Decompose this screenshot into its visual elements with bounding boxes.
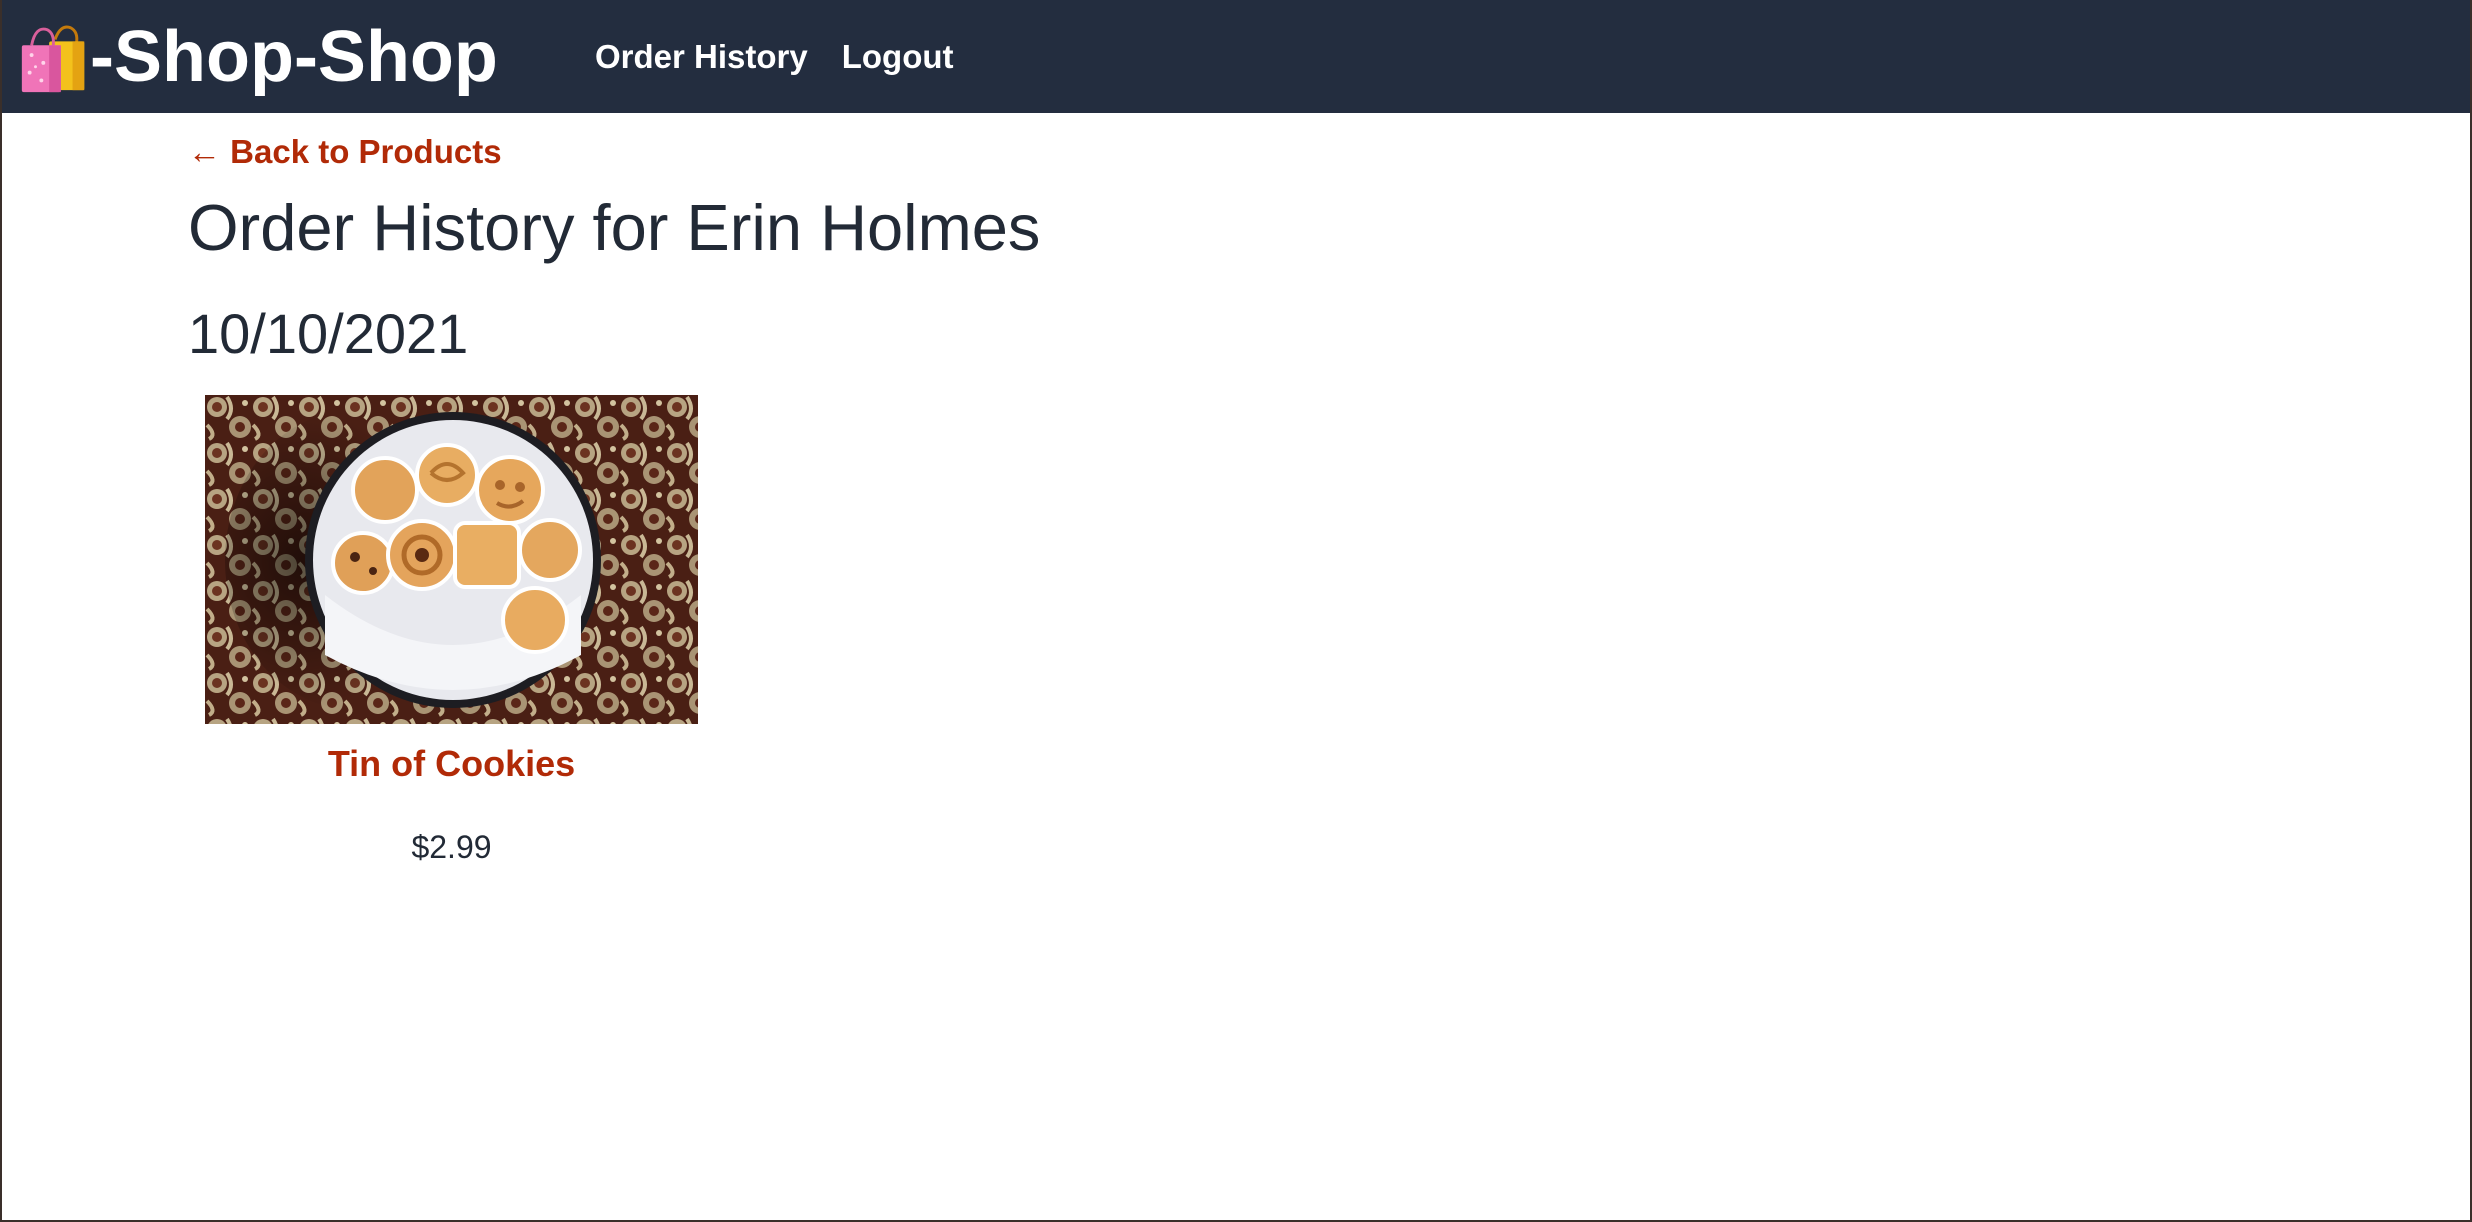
product-card: Tin of Cookies $2.99 [205,395,698,868]
cookie-tin-image[interactable] [205,395,698,724]
shopping-bags-icon [21,25,85,93]
page: -Shop-Shop Order History Logout ← Back t… [0,0,2472,1222]
product-price: $2.99 [411,829,492,865]
nav-links: Order History Logout [595,35,954,79]
nav-order-history-link[interactable]: Order History [595,35,808,79]
navbar: -Shop-Shop Order History Logout [2,0,2470,113]
brand-title: -Shop-Shop [90,17,498,97]
brand-link[interactable]: -Shop-Shop [16,14,498,100]
product-image-link[interactable] [205,395,698,724]
product-name-link[interactable]: Tin of Cookies [205,740,698,788]
page-title: Order History for Erin Holmes [188,191,1041,264]
order-date: 10/10/2021 [188,302,469,365]
back-to-products-link[interactable]: ← Back to Products [188,131,502,173]
nav-logout-link[interactable]: Logout [842,35,954,79]
